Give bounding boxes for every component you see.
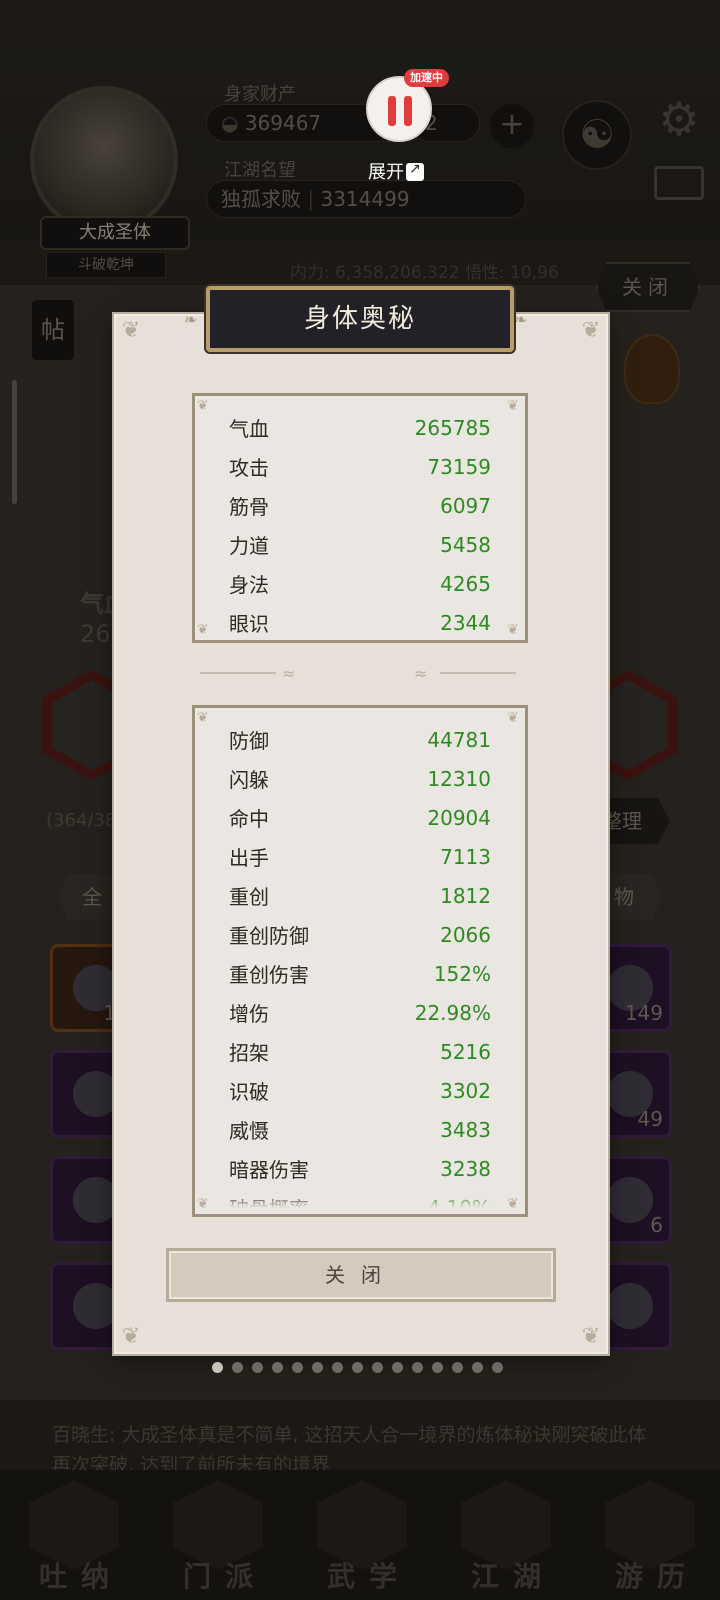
stat-row: 攻击 73159 [229, 447, 491, 486]
divider-ornament: ≈ [282, 664, 296, 683]
stat-row: 招架 5216 [229, 1032, 491, 1071]
recording-badge: 加速中 [404, 69, 449, 87]
base-stats-panel: ❦ ❦ ❦ ❦ 气血 265785 攻击 73159 筋骨 6097 力道 5458 身法 426… [192, 393, 528, 643]
stat-name: 威慑 [229, 1119, 269, 1143]
stat-value: 73159 [427, 454, 491, 479]
stat-name: 重创防御 [229, 924, 309, 948]
divider-ornament: ≈ [414, 664, 428, 683]
divider [200, 672, 276, 674]
page-dot[interactable] [492, 1362, 503, 1373]
corner-ornament: ❦ [121, 1324, 141, 1349]
page-dot[interactable] [392, 1362, 403, 1373]
stat-value: 3238 [440, 1156, 491, 1181]
stat-row: 识破 3302 [229, 1071, 491, 1110]
stat-name: 闪躲 [229, 768, 269, 792]
stat-row: 出手 7113 [229, 837, 491, 876]
page-dot[interactable] [432, 1362, 443, 1373]
page-dot[interactable] [472, 1362, 483, 1373]
stat-row: 闪躲 12310 [229, 759, 491, 798]
stat-name: 重创伤害 [229, 963, 309, 987]
divider [440, 672, 516, 674]
page-dot[interactable] [352, 1362, 363, 1373]
page-indicator [212, 1362, 503, 1374]
stat-value: 1812 [440, 883, 491, 908]
stat-value: 44781 [427, 727, 491, 752]
combat-stats-list: 防御 44781 闪躲 12310 命中 20904 出手 7113 重创 1812 重创防御 206… [229, 720, 491, 1215]
page-dot[interactable] [332, 1362, 343, 1373]
stat-name: 眼识 [229, 612, 269, 636]
stat-value: 4265 [440, 571, 491, 596]
stat-value: 3483 [440, 1117, 491, 1142]
stat-name: 攻击 [229, 456, 269, 480]
close-button[interactable]: 关闭 [166, 1248, 556, 1302]
corner-ornament: ❦ [121, 318, 141, 343]
stat-row: 重创防御 2066 [229, 915, 491, 954]
stat-row: 防御 44781 [229, 720, 491, 759]
stat-name: 力道 [229, 534, 269, 558]
page-dot[interactable] [412, 1362, 423, 1373]
pause-icon [388, 96, 414, 126]
stat-name: 出手 [229, 846, 269, 870]
stat-value: 3302 [440, 1078, 491, 1103]
stat-name: 暗器伤害 [229, 1158, 309, 1182]
stat-name: 重创 [229, 885, 269, 909]
stat-value: 2344 [440, 610, 491, 635]
page-dot[interactable] [272, 1362, 283, 1373]
corner-ornament: ❦ [581, 1324, 601, 1349]
page-dot[interactable] [312, 1362, 323, 1373]
stat-name: 增伤 [229, 1002, 269, 1026]
stat-row: 力道 5458 [229, 525, 491, 564]
stat-row: 命中 20904 [229, 798, 491, 837]
stat-value: 22.98% [414, 1000, 491, 1025]
combat-stats-panel[interactable]: ❦ ❦ 防御 44781 闪躲 12310 命中 20904 出手 7113 重创 1812 重创防… [192, 705, 528, 1217]
stat-row: 眼识 2344 [229, 603, 491, 642]
stat-value: 5458 [440, 532, 491, 557]
page-dot[interactable] [292, 1362, 303, 1373]
stat-name: 筋骨 [229, 495, 269, 519]
stat-value: 152% [433, 961, 491, 986]
stat-value: 6097 [440, 493, 491, 518]
stat-row: 气血 265785 [229, 408, 491, 447]
page-dot[interactable] [452, 1362, 463, 1373]
page-dot[interactable] [372, 1362, 383, 1373]
stat-name: 招架 [229, 1041, 269, 1065]
corner-ornament: ❦ [581, 318, 601, 343]
stat-value: 2066 [440, 922, 491, 947]
stat-name: 命中 [229, 807, 269, 831]
modal-header: 身体奥秘 [206, 286, 514, 352]
stat-row: 威慑 3483 [229, 1110, 491, 1149]
stat-name: 身法 [229, 573, 269, 597]
expand-icon [406, 161, 424, 181]
stat-row: 筋骨 6097 [229, 486, 491, 525]
stat-row: 暗器伤害 3238 [229, 1149, 491, 1188]
stat-value: 265785 [414, 415, 491, 440]
page-dot[interactable] [212, 1362, 223, 1373]
stat-value: 5216 [440, 1039, 491, 1064]
expand-button[interactable]: 展开 [368, 158, 424, 184]
modal-title: 身体奥秘 [303, 304, 416, 334]
stat-row: 增伤 22.98% [229, 993, 491, 1032]
header-ornament: ❧ [514, 310, 528, 329]
stat-row: 重创伤害 152% [229, 954, 491, 993]
stat-name: 气血 [229, 417, 269, 441]
stat-value: 12310 [427, 766, 491, 791]
stat-row: 重创 1812 [229, 876, 491, 915]
stat-name: 识破 [229, 1080, 269, 1104]
stat-row: 身法 4265 [229, 564, 491, 603]
stat-value: 20904 [427, 805, 491, 830]
stat-name: 防御 [229, 729, 269, 753]
stat-value: 7113 [440, 844, 491, 869]
page-dot[interactable] [252, 1362, 263, 1373]
base-stats-list: 气血 265785 攻击 73159 筋骨 6097 力道 5458 身法 4265 眼识 2344 [229, 408, 491, 642]
page-dot[interactable] [232, 1362, 243, 1373]
